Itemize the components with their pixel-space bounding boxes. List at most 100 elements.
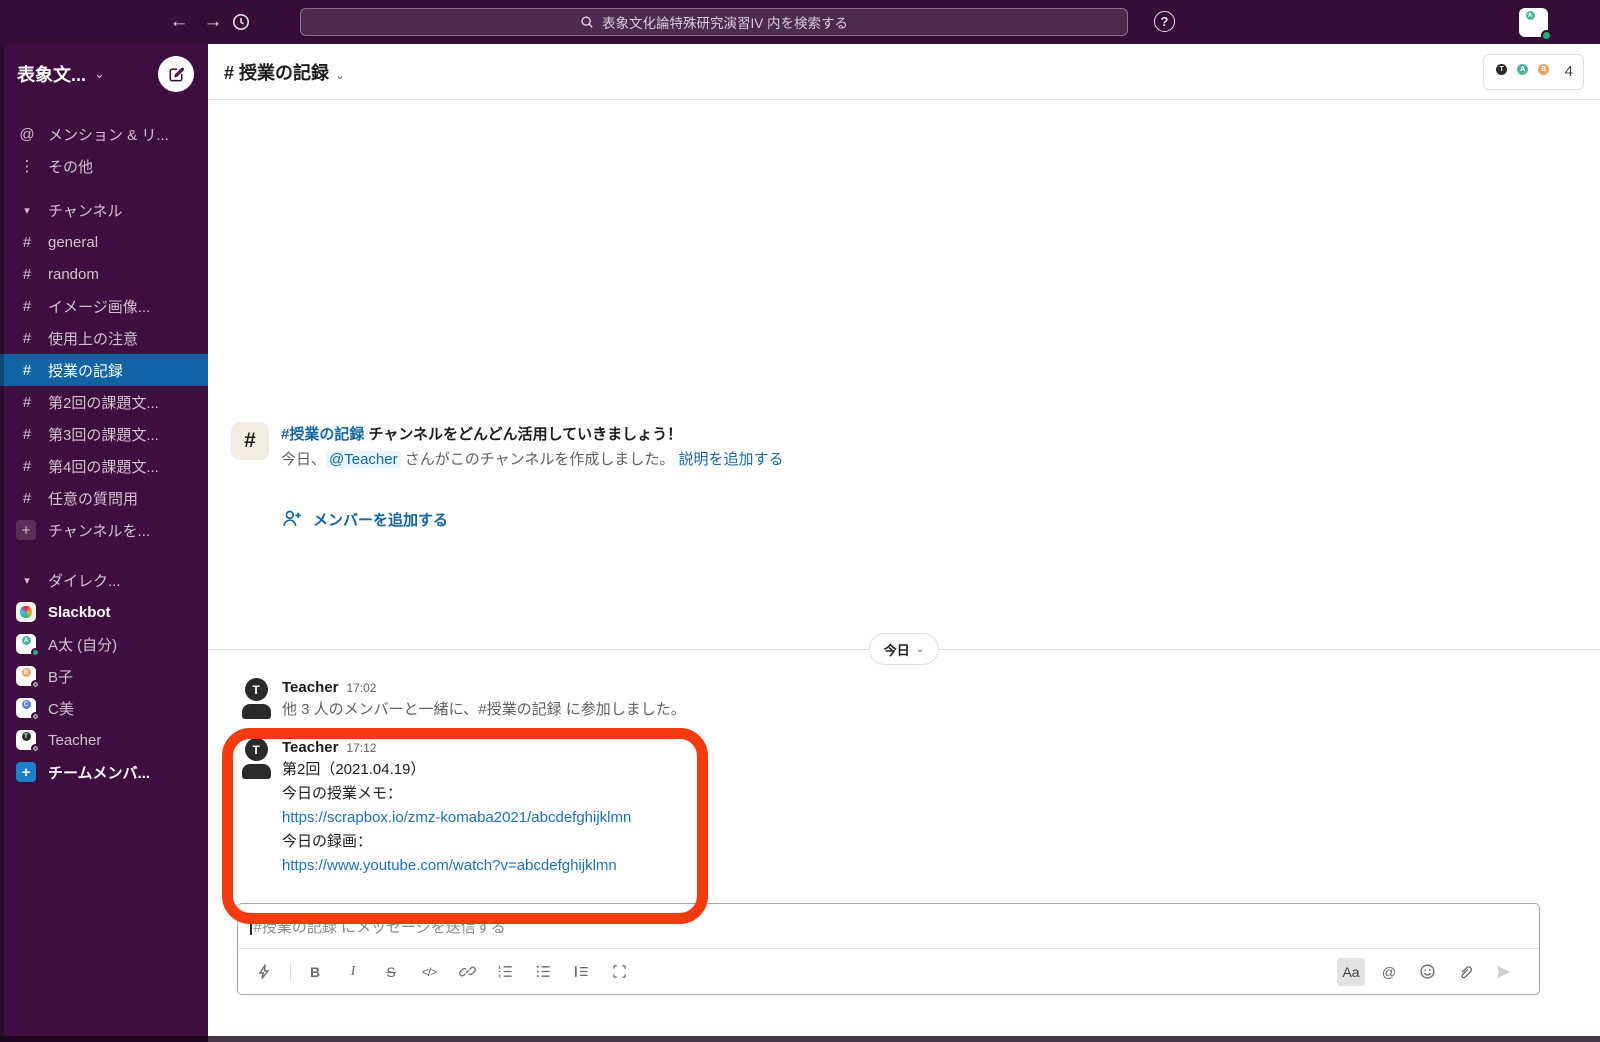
member-avatar: T [1494, 63, 1510, 80]
hash-icon: # [22, 457, 32, 475]
date-divider: 今日 ⌄ [208, 633, 1600, 665]
slack-app: ← → 表象文化論特殊研究演習IV 内を検索する ? A 表象文... ⌄ @ … [0, 0, 1600, 1042]
bulleted-list-icon[interactable] [529, 958, 557, 986]
sidebar-channel-assignment4[interactable]: # 第4回の課題文... [0, 450, 208, 482]
dm-section-header[interactable]: ▾ ダイレク... [0, 564, 208, 596]
channel-link[interactable]: #授業の記録 [281, 426, 364, 443]
hash-icon: # [22, 425, 32, 443]
mention-teacher[interactable]: @Teacher [326, 451, 401, 468]
dm-slackbot[interactable]: Slackbot [0, 596, 208, 628]
vertical-dots-icon: ⋮ [19, 158, 35, 175]
message-text: 他 3 人のメンバーと一緒に、#授業の記録 に参加しました。 [282, 701, 686, 718]
code-block-icon[interactable] [605, 958, 633, 986]
format-toggle-button[interactable]: Aa [1337, 957, 1365, 986]
history-back-icon[interactable]: ← [162, 11, 196, 33]
youtube-link[interactable]: https://www.youtube.com/watch?v=abcdefgh… [282, 854, 631, 878]
message-composer: #授業の記録 にメッセージを送信する B I S </> Aa @ [237, 903, 1540, 995]
hash-icon: # [22, 393, 32, 411]
avatar: A [16, 634, 40, 657]
message-author[interactable]: Teacher [282, 739, 338, 756]
presence-offline-dot [31, 712, 40, 721]
shortcuts-lightning-icon[interactable] [250, 958, 278, 986]
sidebar-channel-assignment3[interactable]: # 第3回の課題文... [0, 418, 208, 450]
channels-section-header[interactable]: ▾ チャンネル [0, 194, 208, 226]
italic-button[interactable]: I [339, 958, 367, 986]
attachment-icon[interactable] [1451, 958, 1479, 986]
presence-online-dot [1541, 30, 1552, 41]
chevron-down-icon: ⌄ [915, 643, 925, 655]
add-channel-button[interactable]: + チャンネルを... [0, 514, 208, 546]
date-pill-button[interactable]: 今日 ⌄ [868, 633, 940, 665]
dm-a-self[interactable]: A A太 (自分) [0, 628, 208, 660]
strikethrough-button[interactable]: S [377, 958, 405, 986]
add-members-button[interactable]: メンバーを追加する [281, 508, 448, 530]
avatar: T [238, 738, 274, 780]
history-forward-icon[interactable]: → [196, 11, 230, 33]
message-class-record[interactable]: T Teacher 17:12 第2回（2021.04.19） 今日の授業メモ： … [238, 738, 631, 878]
search-input[interactable]: 表象文化論特殊研究演習IV 内を検索する [300, 8, 1128, 36]
message-input[interactable]: #授業の記録 にメッセージを送信する [238, 904, 1539, 948]
channel-intro: # #授業の記録 チャンネルをどんどん活用していきましょう！ 今日、 @Teach… [231, 422, 784, 472]
composer-toolbar: B I S </> Aa @ [238, 948, 1539, 994]
message-timestamp[interactable]: 17:12 [346, 741, 376, 755]
hash-icon: # [22, 297, 32, 315]
member-avatar: B [1536, 63, 1552, 80]
workspace-menu[interactable]: 表象文... ⌄ [0, 44, 208, 104]
sidebar-channel-image[interactable]: # イメージ画像... [0, 290, 208, 322]
dm-b[interactable]: B B子 [0, 660, 208, 692]
sidebar-channel-assignment2[interactable]: # 第2回の課題文... [0, 386, 208, 418]
dm-c[interactable]: C C美 [0, 692, 208, 724]
message-author[interactable]: Teacher [282, 679, 338, 696]
emoji-icon[interactable] [1413, 958, 1441, 986]
composer-toolbar-right: Aa @ [1337, 957, 1527, 986]
message-line: 今日の録画： [282, 833, 373, 850]
inline-code-button[interactable]: </> [415, 958, 443, 986]
send-icon[interactable] [1489, 958, 1517, 986]
intro-body: 今日、 @Teacher さんがこのチャンネルを作成しました。 説明を追加する [281, 451, 784, 468]
help-icon[interactable]: ? [1154, 11, 1175, 32]
compose-button[interactable] [158, 56, 194, 92]
person-add-icon [283, 510, 301, 527]
sidebar-channel-notes[interactable]: # 使用上の注意 [0, 322, 208, 354]
scrapbox-link[interactable]: https://scrapbox.io/zmz-komaba2021/abcde… [282, 806, 631, 830]
avatar: T [16, 730, 40, 753]
hash-icon: # [22, 233, 32, 251]
hash-icon: # [22, 361, 32, 379]
sidebar-channel-random[interactable]: # random [0, 258, 208, 290]
sidebar-channel-general[interactable]: # general [0, 226, 208, 258]
sidebar-channel-questions[interactable]: # 任意の質問用 [0, 482, 208, 514]
profile-avatar[interactable]: A [1519, 8, 1552, 41]
bold-button[interactable]: B [301, 958, 329, 986]
channel-header: # 授業の記録 ⌄ T A B 4 [208, 44, 1600, 100]
mention-button[interactable]: @ [1375, 958, 1403, 986]
profile-person-icon: A [1523, 11, 1537, 27]
history-clock-icon[interactable] [230, 11, 252, 33]
sidebar-item-mentions[interactable]: @ メンション & リ... [0, 118, 208, 150]
compose-pencil-icon [169, 67, 184, 81]
message-join[interactable]: T Teacher 17:02 他 3 人のメンバーと一緒に、#授業の記録 に参加… [238, 678, 686, 722]
main-area: # 授業の記録 ⌄ T A B 4 # #授業の記録 チャンネルをどんどん活用して… [208, 44, 1600, 1042]
composer-placeholder: #授業の記録 にメッセージを送信する [253, 918, 506, 936]
ordered-list-icon[interactable] [491, 958, 519, 986]
presence-offline-dot [31, 744, 40, 753]
link-icon[interactable] [453, 958, 481, 986]
presence-online-dot [31, 648, 40, 657]
plus-icon: + [16, 520, 36, 540]
sidebar-channel-class-record[interactable]: # 授業の記録 [0, 354, 208, 386]
add-description-link[interactable]: 説明を追加する [679, 451, 784, 468]
sidebar-item-more[interactable]: ⋮ その他 [0, 150, 208, 182]
sidebar-list: @ メンション & リ... ⋮ その他 ▾ チャンネル # general #… [0, 104, 208, 788]
at-icon: @ [19, 125, 35, 143]
channel-title[interactable]: # 授業の記録 ⌄ [224, 59, 345, 85]
hash-icon: # [22, 329, 32, 347]
hash-icon: # [22, 265, 32, 283]
dm-teacher[interactable]: T Teacher [0, 724, 208, 756]
search-placeholder: 表象文化論特殊研究演習IV 内を検索する [601, 16, 848, 31]
channel-members-button[interactable]: T A B 4 [1482, 53, 1584, 90]
message-timestamp[interactable]: 17:02 [346, 681, 376, 695]
workspace-name: 表象文... [17, 65, 87, 85]
message-line: 第2回（2021.04.19） [282, 761, 426, 778]
blockquote-icon[interactable] [567, 958, 595, 986]
member-avatar: A [1515, 63, 1531, 80]
invite-teammates-button[interactable]: + チームメンバ... [0, 756, 208, 788]
